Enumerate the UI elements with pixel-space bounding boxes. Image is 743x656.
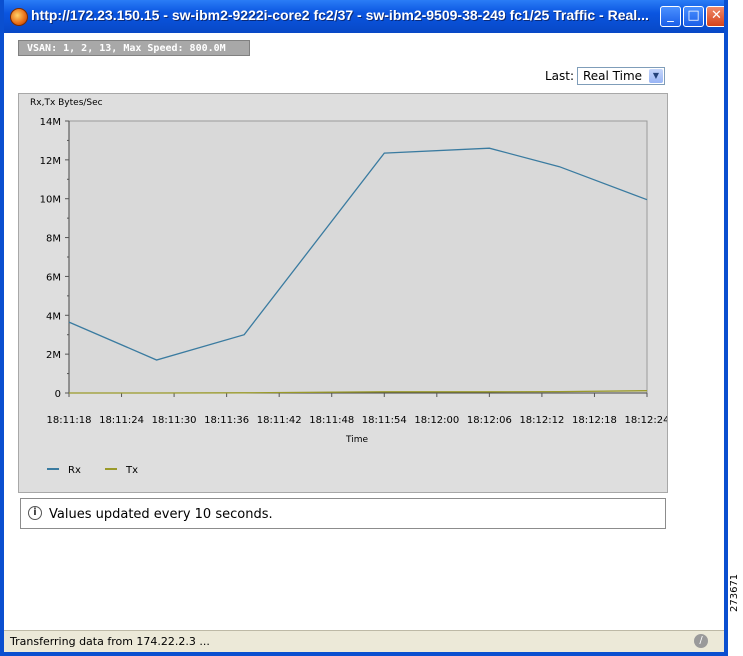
last-label: Last:: [545, 69, 575, 83]
y-axis-title: Rx,Tx Bytes/Sec: [30, 98, 103, 108]
figure-id: 273671: [729, 573, 740, 612]
x-tick-label: 18:12:00: [414, 415, 459, 426]
y-tick-label: 14M: [40, 117, 61, 128]
x-tick-label: 18:12:24: [625, 415, 667, 426]
traffic-chart-panel: Rx,Tx Bytes/Sec Time 0 2M 4M 6M 8M 10M 12M 14M …: [18, 93, 668, 493]
time-range-select[interactable]: Real Time ▼: [577, 67, 665, 85]
status-bar: Transferring data from 174.22.2.3 ... /: [4, 630, 724, 652]
x-tick-label: 18:11:54: [362, 415, 407, 426]
title-bar[interactable]: http://172.23.150.15 - sw-ibm2-9222i-cor…: [4, 0, 724, 33]
legend-label-rx: Rx: [68, 465, 81, 476]
x-tick-label: 18:11:48: [309, 415, 354, 426]
y-tick-label: 12M: [40, 156, 61, 167]
x-tick-label: 18:11:42: [257, 415, 302, 426]
info-icon: i: [28, 506, 42, 520]
legend-label-tx: Tx: [125, 465, 138, 476]
traffic-chart: Rx,Tx Bytes/Sec Time 02M4M6M8M10M12M14M …: [30, 98, 667, 476]
x-tick-label: 18:11:30: [152, 415, 197, 426]
chevron-down-icon[interactable]: ▼: [649, 69, 663, 83]
status-text: Transferring data from 174.22.2.3 ...: [10, 635, 210, 648]
window-title: http://172.23.150.15 - sw-ibm2-9222i-cor…: [31, 7, 649, 23]
minimize-button[interactable]: _: [660, 6, 681, 27]
security-status-icon: /: [694, 634, 708, 648]
info-message: Values updated every 10 seconds.: [49, 507, 273, 522]
x-tick-label: 18:11:18: [47, 415, 92, 426]
plot-area: [68, 120, 648, 394]
y-tick-label: 4M: [46, 311, 61, 322]
x-tick-label: 18:12:18: [572, 415, 617, 426]
x-tick-label: 18:11:36: [204, 415, 249, 426]
x-tick-label: 18:12:06: [467, 415, 512, 426]
time-range-value: Real Time: [583, 69, 643, 83]
info-message-box: i Values updated every 10 seconds.: [20, 498, 666, 529]
firefox-icon: [10, 8, 28, 26]
x-axis-title: Time: [345, 435, 368, 445]
close-button[interactable]: ✕: [706, 6, 724, 27]
y-tick-label: 8M: [46, 234, 61, 245]
y-tick-label: 10M: [40, 195, 61, 206]
vsan-label: VSAN: 1, 2, 13, Max Speed: 800.0M: [18, 40, 250, 56]
x-tick-label: 18:12:12: [519, 415, 564, 426]
y-tick-label: 2M: [46, 350, 61, 361]
maximize-button[interactable]: □: [683, 6, 704, 27]
browser-popup-window: http://172.23.150.15 - sw-ibm2-9222i-cor…: [0, 0, 728, 656]
x-tick-label: 18:11:24: [99, 415, 144, 426]
y-tick-label: 0: [55, 389, 61, 400]
y-tick-label: 6M: [46, 272, 61, 283]
